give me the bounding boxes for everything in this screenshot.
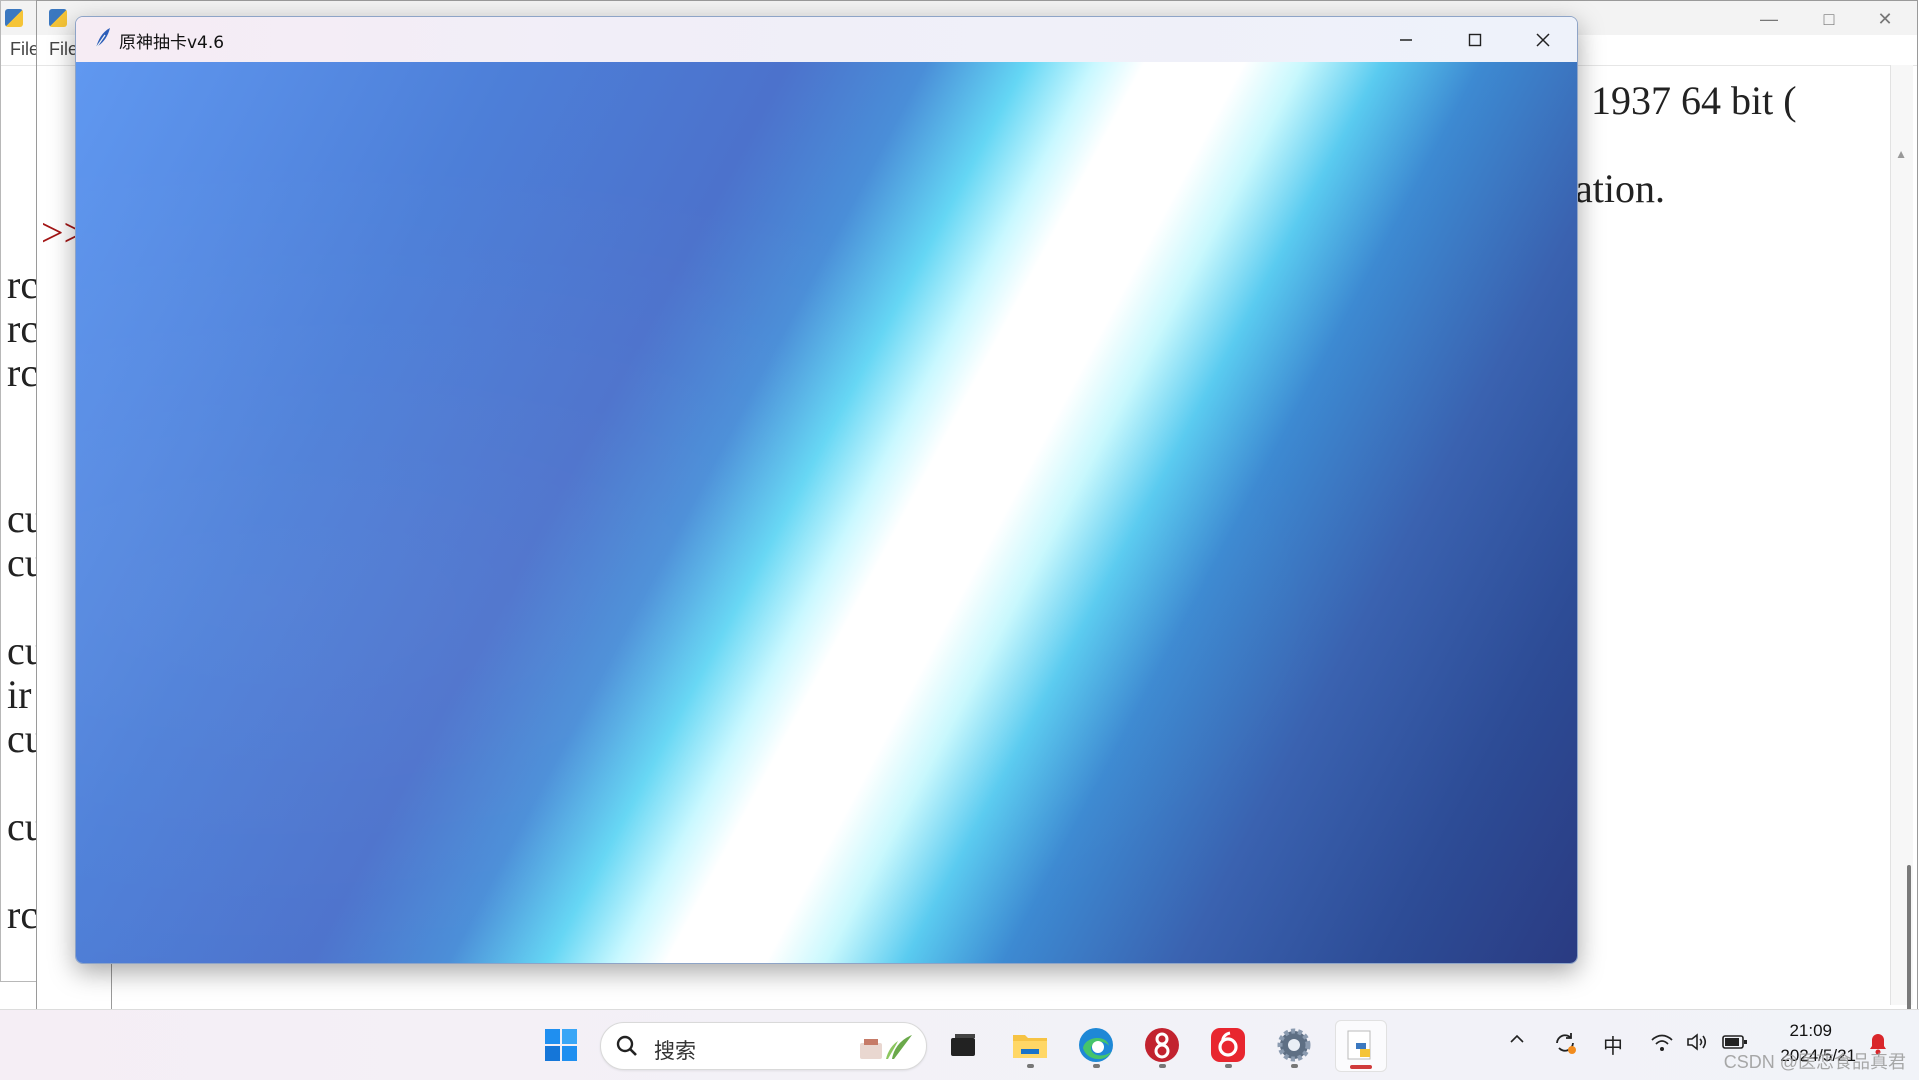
minimize-icon[interactable]: — bbox=[1741, 5, 1797, 33]
code-fragment: rc bbox=[7, 306, 39, 351]
netease-music-icon bbox=[1211, 1028, 1245, 1062]
terminal-icon bbox=[951, 1034, 975, 1056]
show-hidden-icons[interactable] bbox=[1508, 1030, 1526, 1054]
background-menubar: File bbox=[1, 35, 41, 66]
menu-file[interactable]: File bbox=[49, 39, 78, 60]
windows-logo-icon bbox=[545, 1029, 577, 1061]
feather-icon bbox=[95, 28, 110, 49]
python-icon bbox=[5, 9, 23, 27]
taskbar-netease-music[interactable] bbox=[1203, 1020, 1253, 1070]
running-indicator bbox=[1159, 1064, 1166, 1068]
python-idle-icon bbox=[1347, 1030, 1371, 1060]
divider bbox=[111, 964, 112, 1010]
taskbar-terminal[interactable] bbox=[938, 1020, 988, 1070]
taskbar-edge[interactable] bbox=[1071, 1020, 1121, 1070]
maximize-icon[interactable]: □ bbox=[1801, 5, 1857, 33]
edge-icon bbox=[1079, 1028, 1113, 1062]
wifi-tray[interactable] bbox=[1650, 1032, 1674, 1060]
volume-icon bbox=[1687, 1033, 1707, 1051]
close-icon bbox=[1536, 32, 1550, 47]
maximize-button[interactable] bbox=[1441, 17, 1509, 62]
ime-indicator[interactable]: 中 bbox=[1603, 1030, 1623, 1059]
sync-tray[interactable] bbox=[1552, 1030, 1578, 1062]
running-indicator bbox=[1291, 1064, 1298, 1068]
vertical-scrollbar[interactable]: ▲ bbox=[1890, 65, 1913, 1015]
window-titlebar[interactable]: 原神抽卡v4.6 bbox=[76, 17, 1577, 62]
gacha-window[interactable]: 原神抽卡v4.6 bbox=[75, 16, 1578, 964]
wifi-icon bbox=[1651, 1034, 1673, 1051]
running-indicator bbox=[1225, 1064, 1232, 1068]
taskbar-search-box[interactable]: 搜索 bbox=[600, 1022, 927, 1070]
chevron-up-icon bbox=[1510, 1034, 1524, 1043]
clock-time[interactable]: 21:09 bbox=[1789, 1021, 1832, 1041]
app-8-icon bbox=[1145, 1028, 1179, 1062]
taskbar: 搜索 中 21:09 2024/5/21 CSDN @医恋食品真君 bbox=[0, 1009, 1919, 1080]
running-indicator bbox=[1093, 1064, 1100, 1068]
wish-animation-canvas[interactable] bbox=[76, 62, 1577, 963]
minimize-icon bbox=[1400, 38, 1412, 41]
menu-file[interactable]: File bbox=[10, 39, 39, 60]
taskbar-settings[interactable] bbox=[1269, 1020, 1319, 1070]
shell-output-line: 1937 64 bit ( bbox=[1591, 78, 1797, 123]
code-fragment: rc bbox=[7, 350, 39, 395]
search-placeholder: 搜索 bbox=[654, 1039, 696, 1063]
python-icon bbox=[49, 9, 67, 27]
light-overlay bbox=[76, 62, 1577, 963]
code-fragment: rc bbox=[7, 892, 39, 937]
code-fragment: rc bbox=[7, 262, 39, 307]
minimize-button[interactable] bbox=[1372, 17, 1440, 62]
scroll-up-icon[interactable]: ▲ bbox=[1895, 147, 1907, 161]
settings-icon bbox=[1277, 1028, 1311, 1062]
taskbar-file-explorer[interactable] bbox=[1005, 1020, 1055, 1070]
search-widget-icon bbox=[860, 1035, 912, 1059]
shell-output-line: ation. bbox=[1575, 166, 1665, 211]
background-titlebar[interactable] bbox=[1, 1, 41, 35]
code-fragment: ir bbox=[7, 672, 32, 717]
taskbar-app-8[interactable] bbox=[1137, 1020, 1187, 1070]
volume-tray[interactable] bbox=[1685, 1030, 1709, 1060]
watermark-text: CSDN @医恋食品真君 bbox=[1723, 1052, 1906, 1072]
close-icon[interactable]: ✕ bbox=[1857, 5, 1913, 33]
running-indicator bbox=[1027, 1064, 1034, 1068]
close-button[interactable] bbox=[1509, 17, 1577, 62]
search-icon bbox=[616, 1035, 637, 1056]
file-explorer-icon bbox=[1013, 1035, 1047, 1058]
maximize-icon bbox=[1468, 33, 1482, 46]
scrollbar-thumb[interactable] bbox=[1907, 865, 1911, 1015]
window-title: 原神抽卡v4.6 bbox=[119, 33, 225, 53]
sync-icon bbox=[1556, 1033, 1576, 1054]
start-button[interactable] bbox=[536, 1020, 586, 1070]
taskbar-python-idle[interactable] bbox=[1335, 1020, 1387, 1072]
active-indicator bbox=[1350, 1065, 1372, 1069]
